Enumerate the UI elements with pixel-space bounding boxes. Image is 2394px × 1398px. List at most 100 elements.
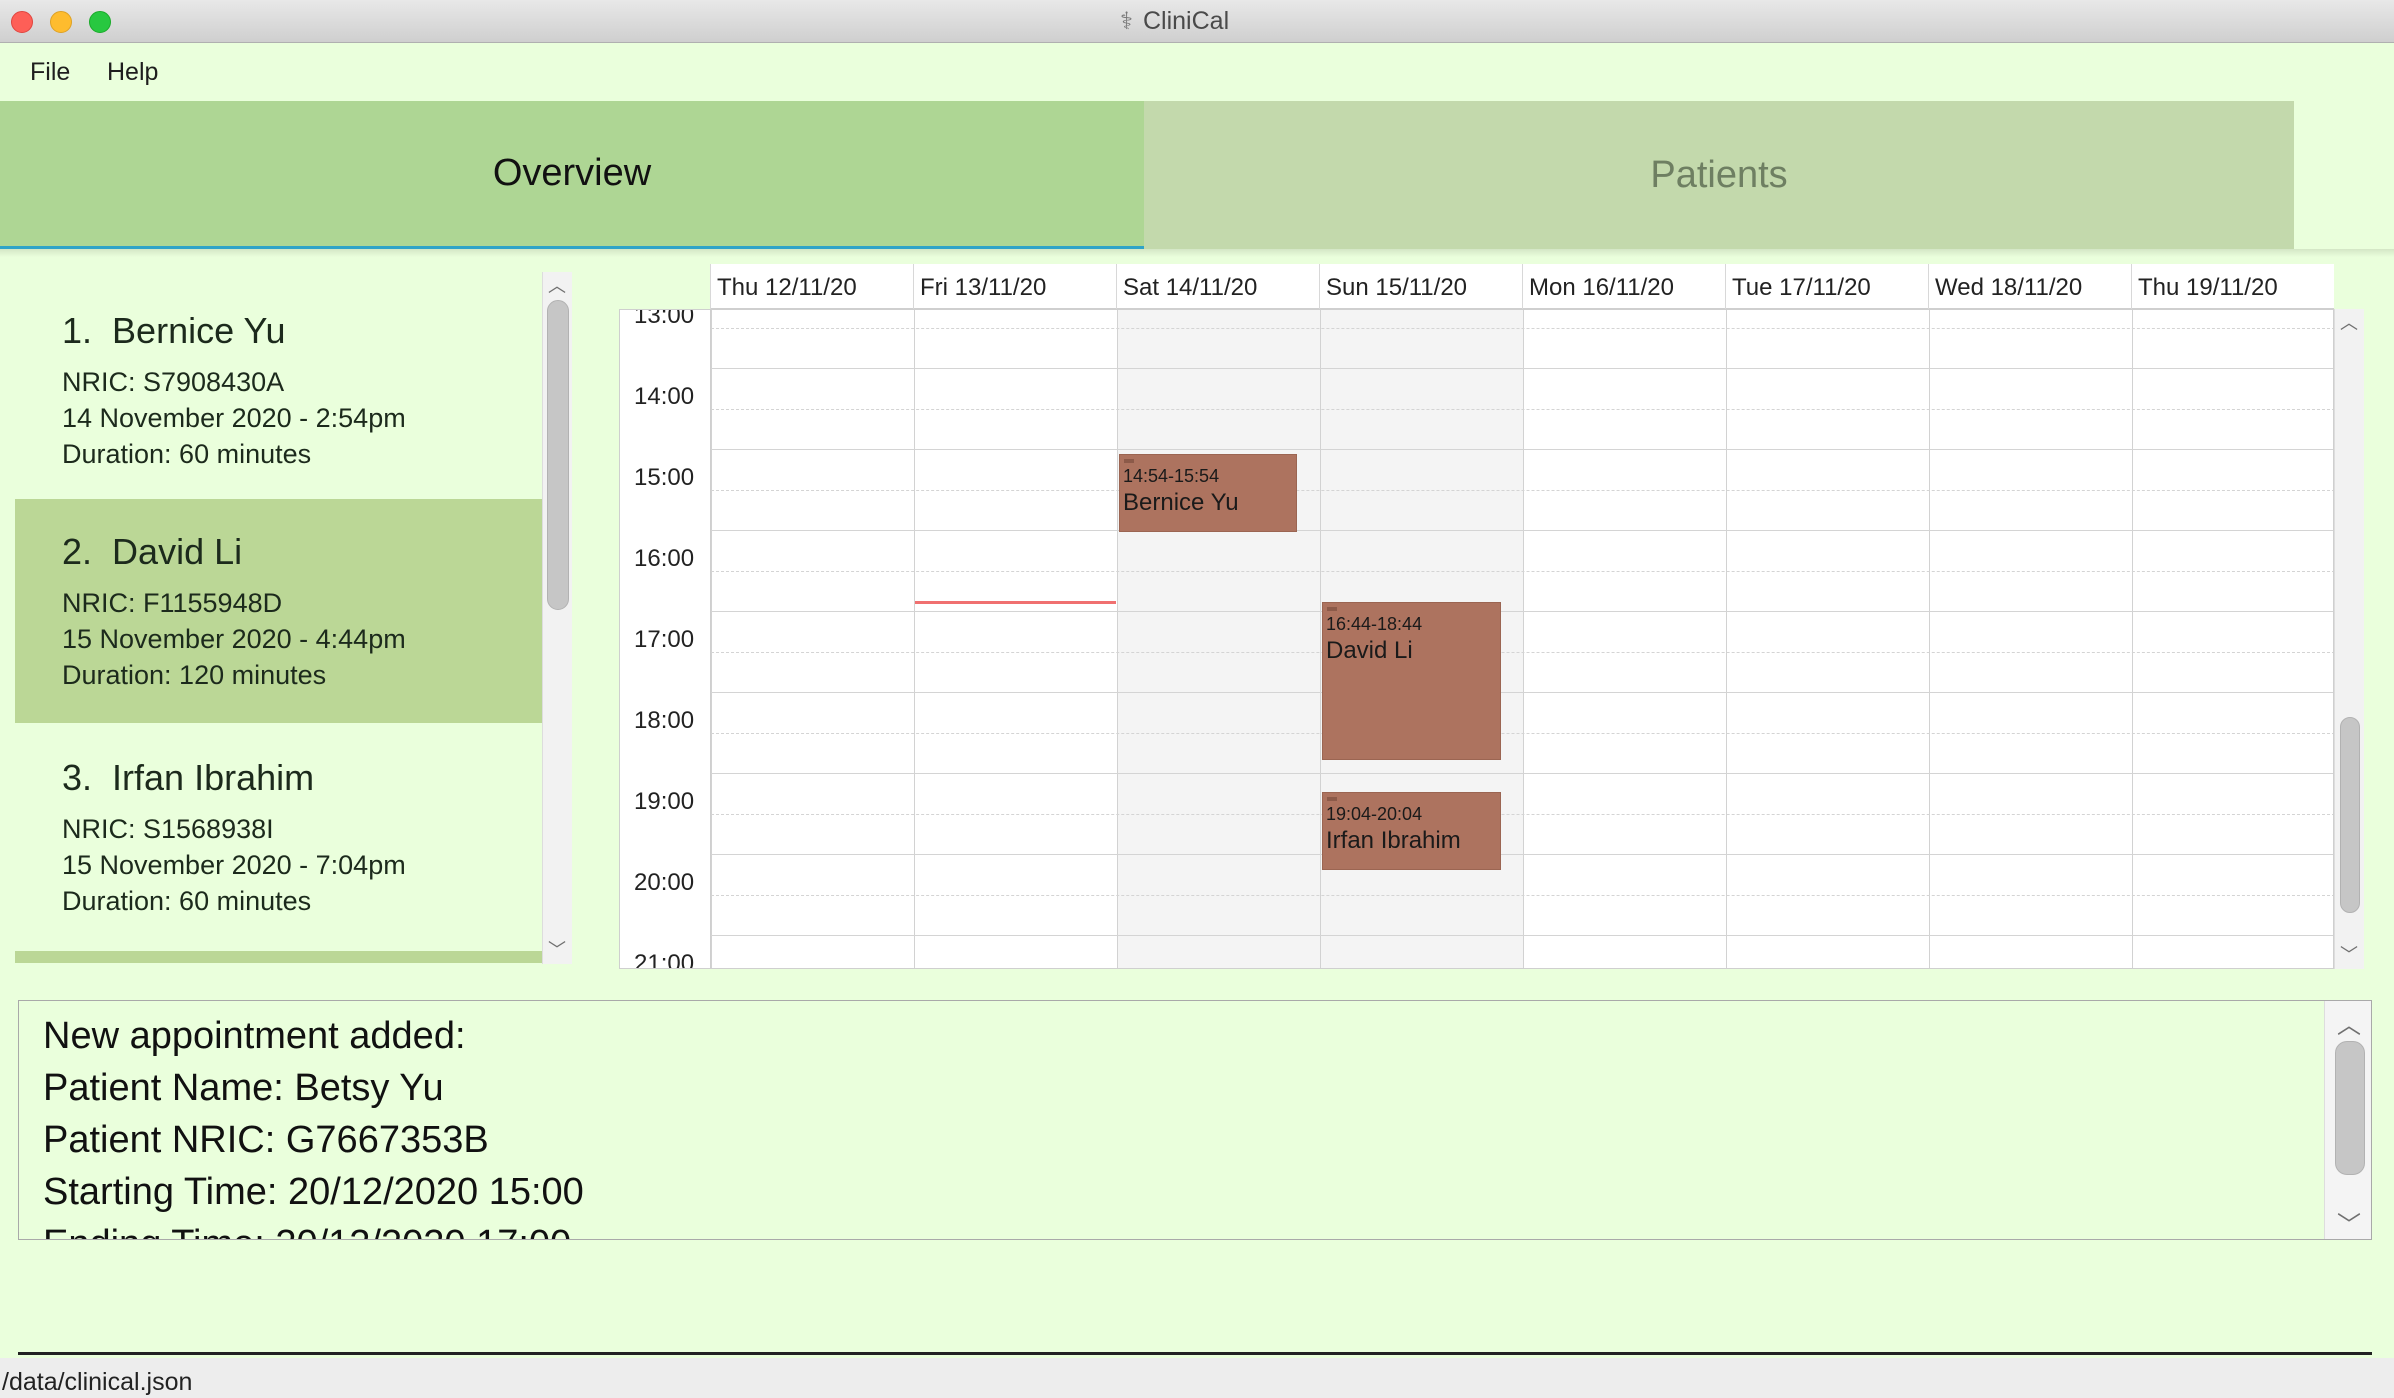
scrollbar-thumb[interactable]	[547, 300, 569, 610]
tab-patients[interactable]: Patients	[1144, 101, 2294, 249]
result-display[interactable]: New appointment added: Patient Name: Bet…	[18, 1000, 2372, 1240]
appointment-card-duration: Duration: 60 minutes	[62, 886, 312, 916]
day-header: Mon 16/11/20	[1522, 264, 1725, 309]
calendar-appointment-time: 19:04-20:04	[1326, 804, 1423, 824]
current-time-indicator	[915, 601, 1116, 604]
appointment-card[interactable]: 3. Irfan Ibrahim NRIC: S1568938I 15 Nove…	[15, 725, 542, 949]
time-label: 15:00	[634, 464, 695, 491]
day-header: Tue 17/11/20	[1725, 264, 1928, 309]
appointment-card-datetime: 15 November 2020 - 4:44pm	[62, 624, 406, 654]
time-label: 13:00	[634, 309, 695, 329]
maximize-window-button[interactable]	[89, 11, 111, 33]
window-title: ⚕ CliniCal	[1120, 0, 1229, 43]
hour-line	[711, 854, 2333, 855]
tab-bar: Overview Patients	[0, 101, 2394, 257]
half-hour-line	[711, 490, 2333, 491]
hour-line	[711, 692, 2333, 693]
time-label: 14:00	[634, 383, 695, 410]
appointment-list[interactable]: 1. Bernice Yu NRIC: S7908430A 14 Novembe…	[15, 278, 542, 963]
calendar-appointment-name: Irfan Ibrahim	[1326, 827, 1461, 854]
time-label: 18:00	[634, 707, 695, 734]
appointment-card-title: 3. Irfan Ibrahim	[62, 757, 315, 798]
drag-handle-icon[interactable]	[1327, 607, 1337, 611]
time-label: 20:00	[634, 869, 695, 896]
calendar-grid[interactable]: 13:00 14:00 15:00 16:00 17:00 18:00 19:0…	[619, 309, 2334, 969]
half-hour-line	[711, 652, 2333, 653]
hour-line	[711, 935, 2333, 936]
minimize-window-button[interactable]	[50, 11, 72, 33]
hour-line	[711, 611, 2333, 612]
result-scrollbar[interactable]: ︿ ﹀	[2324, 1001, 2371, 1239]
appointment-list-scrollbar[interactable]: ︿ ﹀	[542, 272, 572, 964]
scroll-down-icon[interactable]: ﹀	[2335, 941, 2363, 967]
appointment-card-title: 1. Bernice Yu	[62, 310, 286, 351]
calendar-appointment[interactable]: 14:54-15:54 Bernice Yu	[1119, 454, 1297, 532]
drag-handle-icon[interactable]	[1124, 459, 1134, 463]
tab-overview[interactable]: Overview	[0, 101, 1144, 249]
time-label: 17:00	[634, 626, 695, 653]
result-line: New appointment added:	[43, 1015, 466, 1057]
appointment-card-selected[interactable]: 2. David Li NRIC: F1155948D 15 November …	[15, 499, 542, 723]
hour-line	[711, 530, 2333, 531]
calendar-scrollbar[interactable]: ︿ ﹀	[2334, 309, 2364, 969]
half-hour-line	[711, 328, 2333, 329]
time-column: 13:00 14:00 15:00 16:00 17:00 18:00 19:0…	[620, 310, 711, 968]
result-line: Starting Time: 20/12/2020 15:00	[43, 1171, 584, 1213]
day-header: Sat 14/11/20	[1116, 264, 1319, 309]
day-header: Wed 18/11/20	[1928, 264, 2131, 309]
calendar-day-headers: Thu 12/11/20 Fri 13/11/20 Sat 14/11/20 S…	[710, 264, 2334, 309]
half-hour-line	[711, 571, 2333, 572]
appointment-card-datetime: 15 November 2020 - 7:04pm	[62, 850, 406, 880]
scroll-up-icon[interactable]: ︿	[2335, 309, 2363, 335]
scroll-up-icon[interactable]: ︿	[543, 272, 571, 298]
status-bar: /data/clinical.json	[0, 1358, 2394, 1398]
calendar-appointment[interactable]: 16:44-18:44 David Li	[1322, 602, 1501, 760]
half-hour-line	[711, 409, 2333, 410]
day-header: Thu 19/11/20	[2131, 264, 2334, 309]
week-calendar: Thu 12/11/20 Fri 13/11/20 Sat 14/11/20 S…	[619, 264, 2375, 971]
scroll-down-icon[interactable]: ﹀	[543, 936, 571, 962]
day-header: Thu 12/11/20	[710, 264, 913, 309]
menu-bar: File Help	[0, 44, 2394, 100]
caduceus-icon: ⚕	[1120, 8, 1133, 35]
calendar-appointment-name: David Li	[1326, 637, 1413, 664]
calendar-appointment-time: 16:44-18:44	[1326, 614, 1423, 634]
calendar-appointment-name: Bernice Yu	[1123, 489, 1239, 516]
result-line: Patient Name: Betsy Yu	[43, 1067, 444, 1109]
appointment-card-nric: NRIC: S1568938I	[62, 814, 274, 844]
window-titlebar: ⚕ CliniCal	[0, 0, 2394, 43]
hour-line	[711, 368, 2333, 369]
drag-handle-icon[interactable]	[1327, 797, 1337, 801]
calendar-appointment[interactable]: 19:04-20:04 Irfan Ibrahim	[1322, 792, 1501, 870]
scrollbar-thumb[interactable]	[2340, 717, 2360, 913]
menu-file[interactable]: File	[30, 58, 70, 87]
day-header: Sun 15/11/20	[1319, 264, 1522, 309]
appointment-card-nric: NRIC: F1155948D	[62, 588, 283, 618]
result-line: Ending Time: 20/12/2020 17:00	[43, 1223, 571, 1239]
window-title-text: CliniCal	[1142, 7, 1230, 35]
half-hour-line	[711, 733, 2333, 734]
scroll-down-icon[interactable]: ﹀	[2335, 1205, 2363, 1239]
appointment-card-duration: Duration: 60 minutes	[62, 439, 312, 469]
tab-divider	[0, 249, 2394, 257]
appointment-card-title: 2. David Li	[62, 531, 243, 572]
time-label: 21:00	[634, 950, 695, 969]
menu-help[interactable]: Help	[107, 58, 158, 87]
time-label: 19:00	[634, 788, 695, 815]
hour-line	[711, 773, 2333, 774]
hour-line	[711, 449, 2333, 450]
command-box-divider	[18, 1352, 2372, 1355]
scroll-up-icon[interactable]: ︿	[2335, 1005, 2363, 1040]
appointment-card-duration: Duration: 120 minutes	[62, 660, 327, 690]
appointment-card[interactable]: 1. Bernice Yu NRIC: S7908430A 14 Novembe…	[15, 278, 542, 502]
appointment-card-partial[interactable]	[15, 951, 542, 963]
half-hour-line	[711, 895, 2333, 896]
time-label: 16:00	[634, 545, 695, 572]
half-hour-line	[711, 814, 2333, 815]
appointment-card-nric: NRIC: S7908430A	[62, 367, 285, 397]
close-window-button[interactable]	[11, 11, 33, 33]
appointment-card-datetime: 14 November 2020 - 2:54pm	[62, 403, 406, 433]
day-header: Fri 13/11/20	[913, 264, 1116, 309]
scrollbar-thumb[interactable]	[2335, 1041, 2365, 1175]
result-line: Patient NRIC: G7667353B	[43, 1119, 489, 1161]
